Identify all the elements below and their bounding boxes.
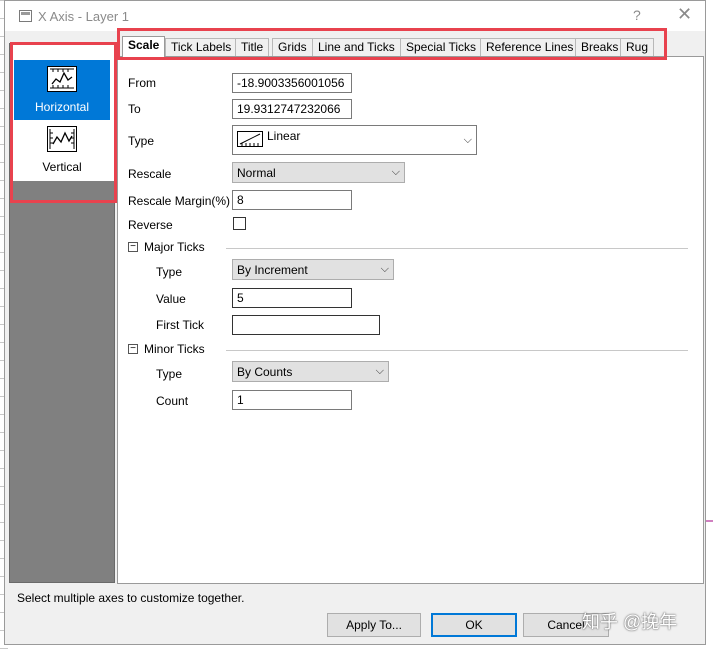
annotation-highlight-tabs: [117, 28, 667, 60]
apply-to-button[interactable]: Apply To...: [327, 613, 421, 637]
minor-type-value: By Counts: [237, 365, 293, 379]
minor-count-input[interactable]: 1: [232, 390, 352, 410]
close-button[interactable]: ✕: [677, 4, 692, 25]
section-divider: [226, 248, 688, 249]
scale-tab-panel: From -18.9003356001056 To 19.93127472320…: [117, 56, 704, 584]
major-type-label: Type: [156, 265, 183, 279]
window-icon: [19, 10, 32, 22]
ok-button[interactable]: OK: [431, 613, 517, 637]
chevron-down-icon: ⌵: [391, 166, 400, 178]
from-input[interactable]: -18.9003356001056: [232, 73, 352, 93]
to-input[interactable]: 19.9312747232066: [232, 99, 352, 119]
chevron-down-icon: ⌵: [380, 263, 389, 275]
minor-count-label: Count: [156, 394, 189, 408]
rescale-select[interactable]: Normal ⌵: [232, 162, 405, 183]
linear-scale-icon: [237, 131, 263, 147]
help-button[interactable]: ?: [633, 7, 641, 23]
minor-ticks-section: − Minor Ticks: [128, 342, 688, 357]
reverse-label: Reverse: [128, 218, 173, 232]
chevron-down-icon: ⌵: [375, 365, 384, 377]
title-bar[interactable]: X Axis - Layer 1 ? ✕: [5, 1, 705, 31]
major-ticks-header: Major Ticks: [144, 240, 205, 254]
first-tick-input[interactable]: [232, 315, 380, 335]
minor-type-label: Type: [156, 367, 183, 381]
major-ticks-section: − Major Ticks: [128, 240, 688, 255]
section-divider: [226, 350, 688, 351]
type-label: Type: [128, 134, 155, 148]
scale-type-value: Linear: [267, 129, 301, 143]
scale-type-select[interactable]: Linear ⌵: [232, 125, 477, 155]
x-axis-dialog: X Axis - Layer 1 ? ✕ Horizontal Vertical…: [4, 0, 706, 645]
major-value-input[interactable]: 5: [232, 288, 352, 308]
to-label: To: [128, 102, 141, 116]
chevron-down-icon: ⌵: [463, 134, 472, 146]
background-right-edge: [706, 0, 713, 650]
collapse-toggle-icon[interactable]: −: [128, 344, 138, 354]
status-text: Select multiple axes to customize togeth…: [17, 591, 245, 605]
major-type-value: By Increment: [237, 263, 308, 277]
first-tick-label: First Tick: [156, 318, 204, 332]
rescale-margin-input[interactable]: 8: [232, 190, 352, 210]
reverse-checkbox[interactable]: [233, 217, 246, 230]
window-title: X Axis - Layer 1: [38, 9, 130, 24]
rescale-label: Rescale: [128, 167, 172, 181]
rescale-margin-label: Rescale Margin(%): [128, 194, 231, 208]
major-value-label: Value: [156, 292, 186, 306]
minor-type-select[interactable]: By Counts ⌵: [232, 361, 389, 382]
from-label: From: [128, 76, 156, 90]
rescale-value: Normal: [237, 166, 276, 180]
minor-ticks-header: Minor Ticks: [144, 342, 205, 356]
collapse-toggle-icon[interactable]: −: [128, 242, 138, 252]
major-type-select[interactable]: By Increment ⌵: [232, 259, 394, 280]
watermark: 知乎 @挽年: [582, 612, 678, 632]
annotation-highlight-axis-list: [10, 42, 117, 203]
